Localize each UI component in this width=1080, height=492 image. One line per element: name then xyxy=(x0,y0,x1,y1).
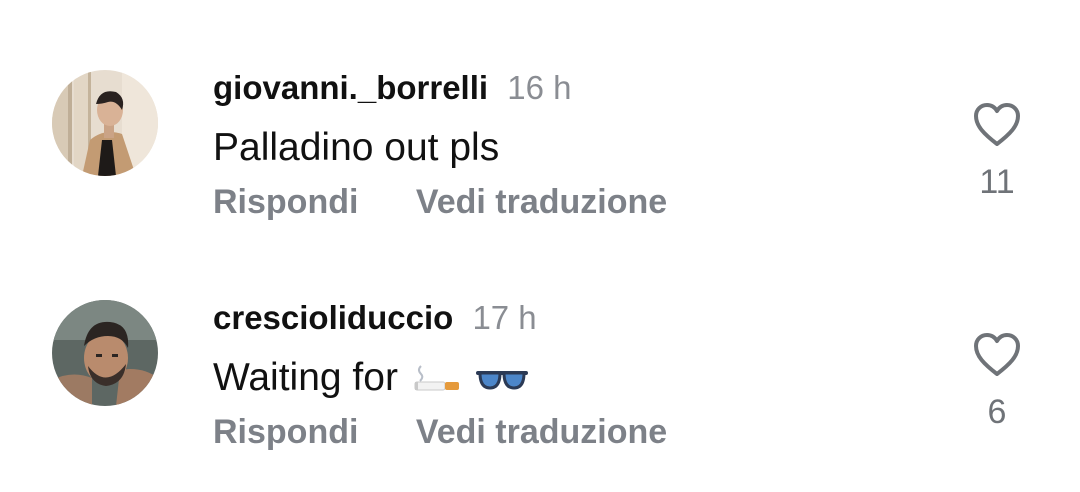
comment-actions: Rispondi Vedi traduzione xyxy=(213,178,667,226)
like-control: 11 xyxy=(960,102,1034,202)
like-control: 6 xyxy=(960,332,1034,432)
comment-time: 16 h xyxy=(507,69,572,106)
comment-text-container: Waiting for xyxy=(213,350,528,408)
see-translation-button[interactable]: Vedi traduzione xyxy=(416,408,667,456)
comment-item: crescioliduccio 17 h Waiting for Rispond… xyxy=(0,292,1080,492)
comment-time: 17 h xyxy=(472,299,537,336)
cigarette-emoji xyxy=(413,352,461,408)
reply-button[interactable]: Rispondi xyxy=(213,408,358,456)
comment-text: Waiting for xyxy=(213,356,398,399)
avatar-image xyxy=(52,300,158,406)
reply-button[interactable]: Rispondi xyxy=(213,178,358,226)
comment-item: giovanni._borrelli 16 h Palladino out pl… xyxy=(0,62,1080,262)
avatar[interactable] xyxy=(52,70,158,176)
username[interactable]: giovanni._borrelli xyxy=(213,69,488,106)
like-count: 6 xyxy=(987,393,1007,431)
comment-meta: giovanni._borrelli 16 h xyxy=(213,64,571,112)
comment-text: Palladino out pls xyxy=(213,126,500,169)
avatar[interactable] xyxy=(52,300,158,406)
comment-actions: Rispondi Vedi traduzione xyxy=(213,408,667,456)
like-count: 11 xyxy=(979,163,1015,201)
heart-outline-icon[interactable] xyxy=(960,332,1034,378)
comment-meta: crescioliduccio 17 h xyxy=(213,294,537,342)
avatar-image xyxy=(52,70,158,176)
username[interactable]: crescioliduccio xyxy=(213,299,453,336)
see-translation-button[interactable]: Vedi traduzione xyxy=(416,178,667,226)
heart-outline-icon[interactable] xyxy=(960,102,1034,148)
sunglasses-emoji xyxy=(475,352,528,408)
